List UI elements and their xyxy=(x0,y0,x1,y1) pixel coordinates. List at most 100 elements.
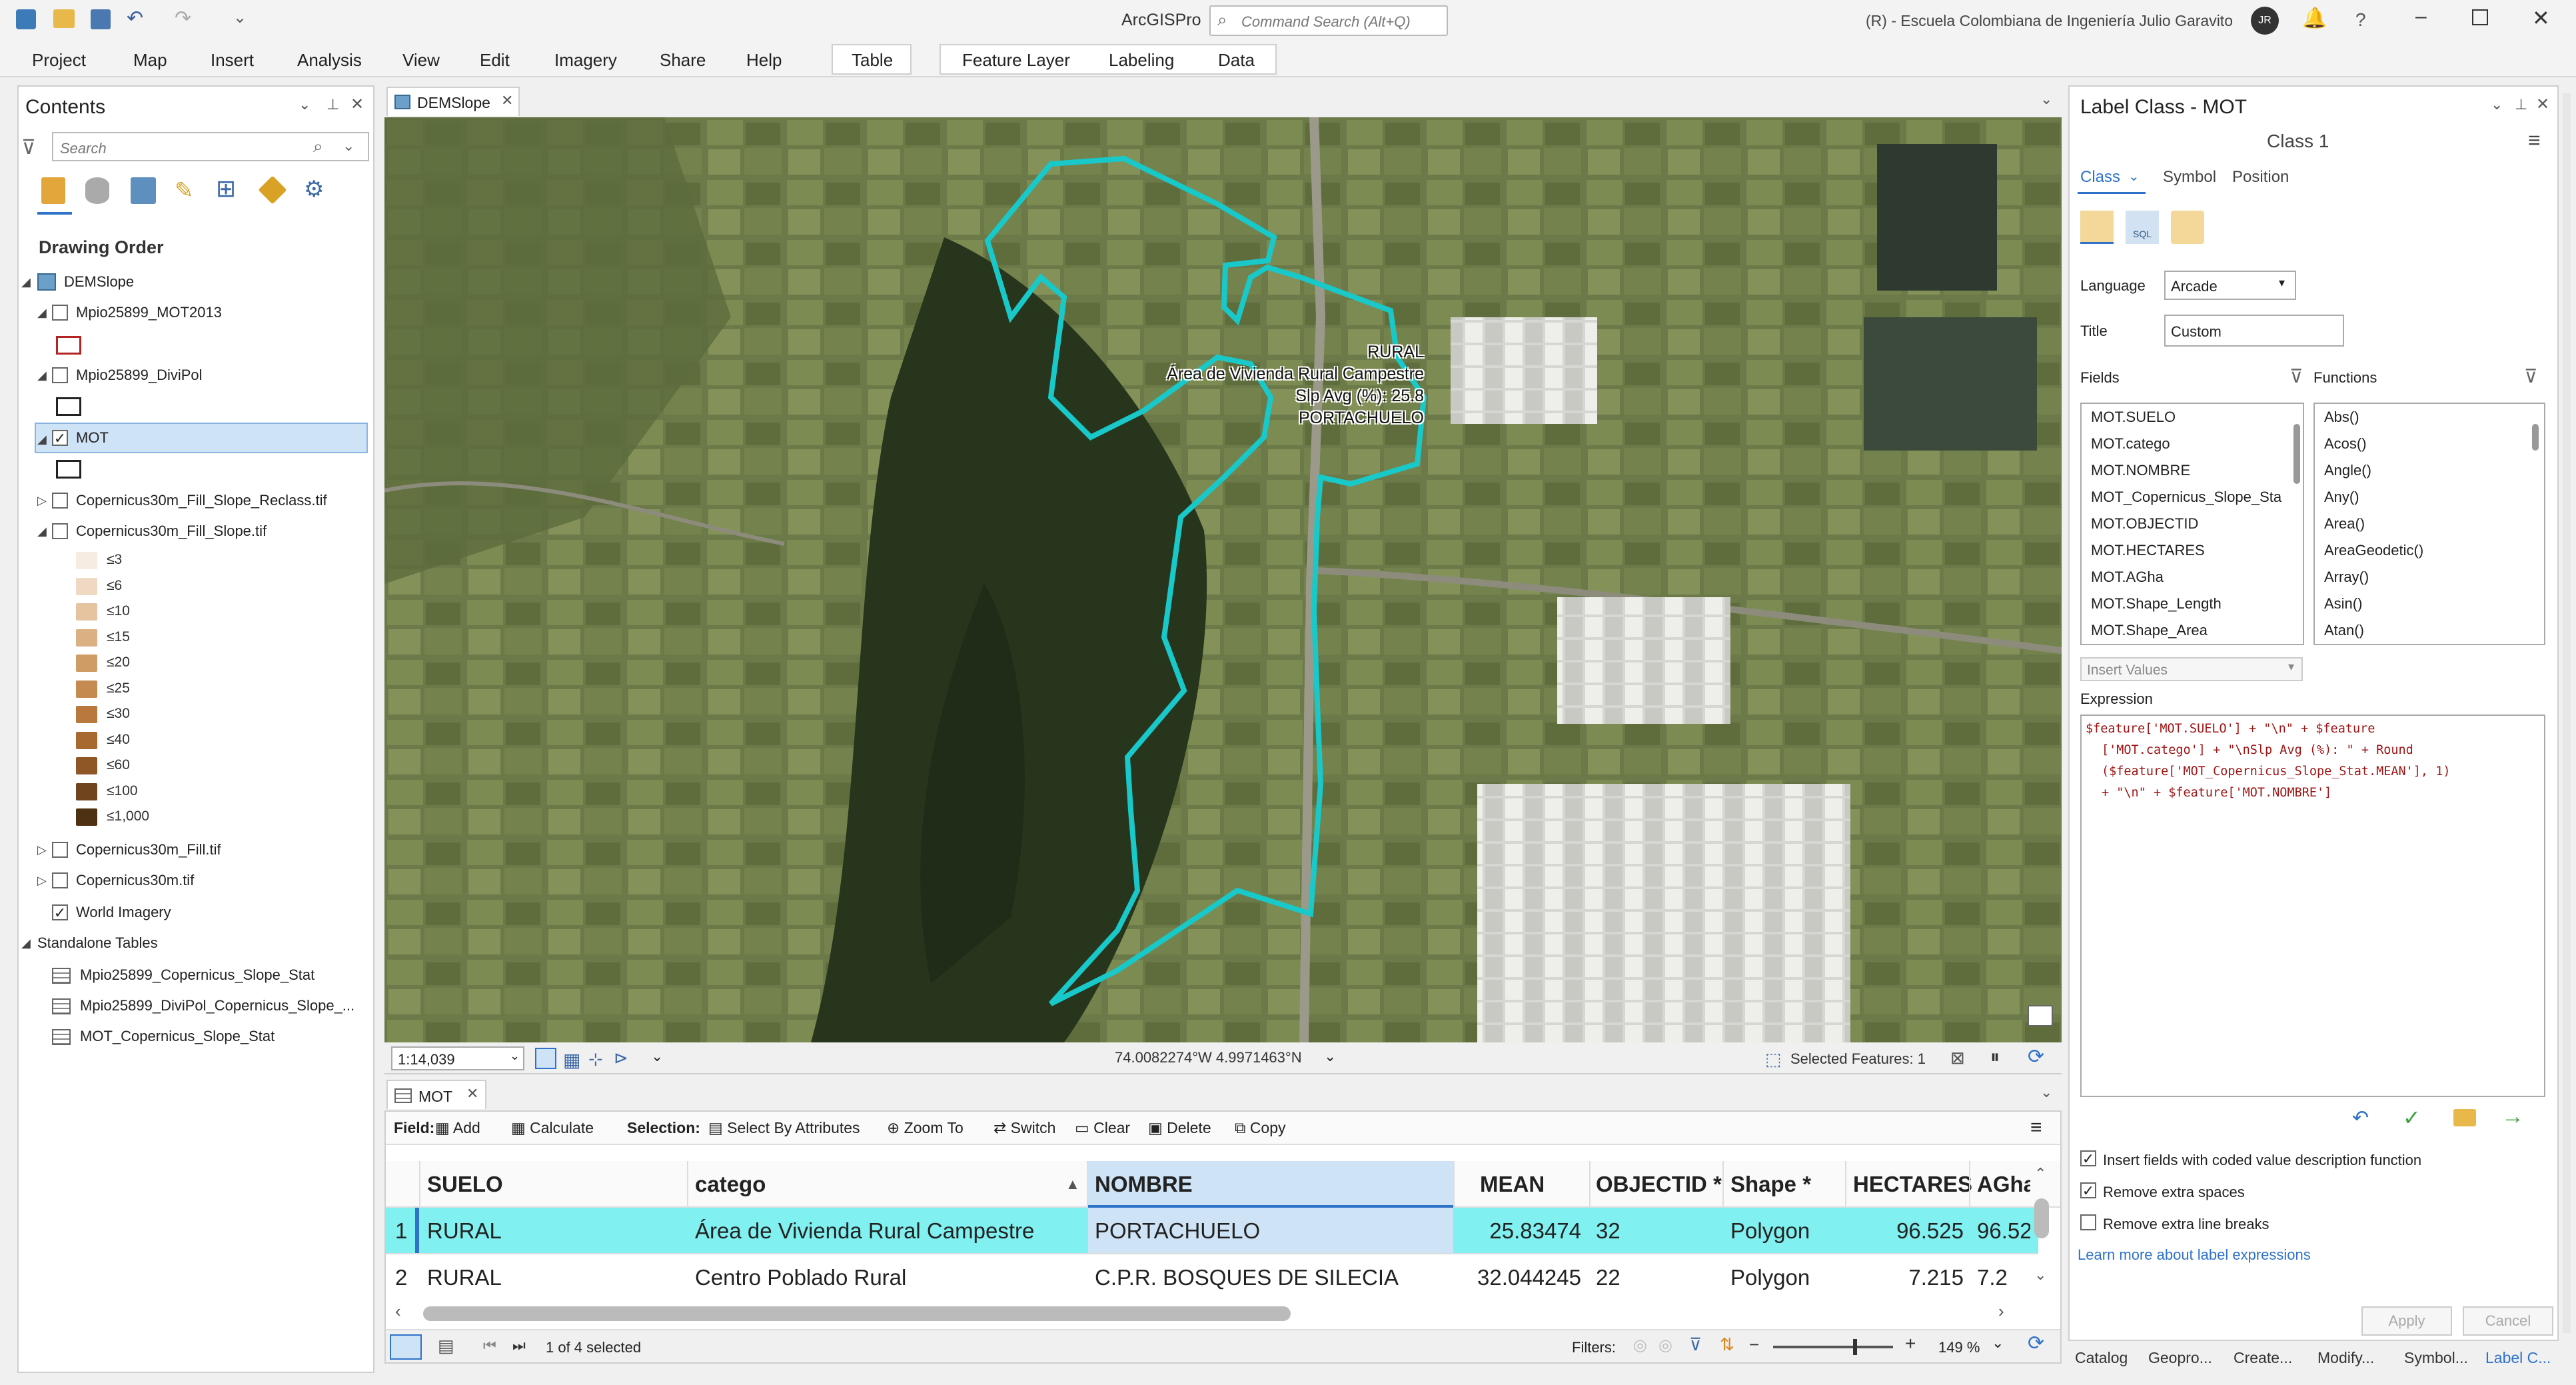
cell-catego[interactable]: Centro Poblado Rural xyxy=(695,1254,906,1301)
undo-icon[interactable]: ↶ xyxy=(127,7,143,30)
symbol-black-outline[interactable] xyxy=(56,460,81,479)
field-item[interactable]: MOT_Copernicus_Slope_Sta xyxy=(2082,484,2303,511)
expand-icon[interactable]: ◢ xyxy=(21,928,31,958)
function-item[interactable]: Atan() xyxy=(2315,617,2544,644)
map-tab-demslope[interactable]: DEMSlope ✕ xyxy=(386,87,520,116)
filter-query-icon[interactable]: ⊽ xyxy=(1689,1334,1702,1355)
pin-icon[interactable]: ⊥ xyxy=(2515,96,2527,113)
list-by-drawing-order-icon[interactable] xyxy=(41,177,65,204)
fields-list[interactable]: MOT.SUELO MOT.catego MOT.NOMBRE MOT_Cope… xyxy=(2080,403,2304,645)
scroll-left-icon[interactable]: ‹ xyxy=(395,1301,401,1322)
attribution-icon[interactable] xyxy=(2028,1005,2053,1026)
first-record-icon[interactable]: ⏮ xyxy=(483,1337,496,1354)
functions-filter-icon[interactable]: ⊽ xyxy=(2524,365,2538,387)
table-menu-icon[interactable]: ≡ xyxy=(2030,1117,2042,1138)
cell-objectid[interactable]: 32 xyxy=(1596,1208,1620,1254)
function-item[interactable]: Angle() xyxy=(2315,457,2544,484)
layer-checkbox[interactable] xyxy=(52,493,68,509)
remove-linebreaks-checkbox[interactable] xyxy=(2080,1214,2096,1230)
collapse-icon[interactable]: ▷ xyxy=(37,485,47,516)
minimize-icon[interactable]: – xyxy=(2415,5,2427,28)
functions-list[interactable]: Abs() Acos() Angle() Any() Area() AreaGe… xyxy=(2313,403,2545,645)
list-by-perspective-icon[interactable]: ⚙ xyxy=(304,176,324,203)
language-select[interactable]: Arcade ▾ xyxy=(2164,271,2296,300)
close-icon[interactable]: ✕ xyxy=(2532,5,2550,31)
undo-icon[interactable]: ↶ xyxy=(2352,1106,2369,1130)
tab-share[interactable]: Share xyxy=(660,47,706,73)
fields-scrollbar[interactable] xyxy=(2293,424,2300,484)
copy-button[interactable]: ⧉ Copy xyxy=(1235,1117,1286,1138)
refresh-icon[interactable]: ⟳ xyxy=(2028,1045,2044,1068)
delete-button[interactable]: ▣ Delete xyxy=(1148,1117,1211,1138)
tab-map[interactable]: Map xyxy=(133,47,167,73)
zoom-in-icon[interactable]: + xyxy=(1905,1333,1916,1354)
legend-swatch[interactable] xyxy=(76,808,97,826)
legend-swatch[interactable] xyxy=(76,757,97,774)
contents-search-input[interactable]: Search ⌕ ⌄ xyxy=(52,132,369,161)
column-header-nombre[interactable]: NOMBRE xyxy=(1095,1161,1193,1208)
tab-class[interactable]: Class xyxy=(2080,168,2120,187)
field-item[interactable]: MOT.HECTARES xyxy=(2082,537,2303,564)
field-item[interactable]: MOT.AGha xyxy=(2082,564,2303,591)
tab-view[interactable]: View xyxy=(402,47,440,73)
chevron-down-icon[interactable]: ⌄ xyxy=(1324,1048,1336,1065)
layer-checkbox[interactable] xyxy=(52,430,68,446)
cell-nombre[interactable]: C.P.R. BOSQUES DE SILECIA xyxy=(1095,1254,1399,1301)
show-all-records-icon[interactable] xyxy=(390,1334,422,1360)
class-name[interactable]: Class 1 xyxy=(2267,131,2329,152)
remove-spaces-checkbox[interactable] xyxy=(2080,1182,2096,1198)
legend-swatch[interactable] xyxy=(76,629,97,647)
cell-catego[interactable]: Área de Vivienda Rural Campestre xyxy=(695,1208,1034,1254)
field-item[interactable]: MOT.catego xyxy=(2082,431,2303,457)
legend-swatch[interactable] xyxy=(76,577,97,595)
cell-hectares[interactable]: 7.215 xyxy=(1846,1254,1964,1301)
search-dropdown-icon[interactable]: ⌄ xyxy=(342,137,354,155)
function-item[interactable]: Array() xyxy=(2315,564,2544,591)
list-by-snapping-icon[interactable]: ⊞ xyxy=(216,175,236,203)
restore-icon[interactable] xyxy=(2472,9,2488,25)
list-by-editing-icon[interactable]: ✎ xyxy=(175,177,194,204)
column-header-mean[interactable]: MEAN xyxy=(1480,1161,1545,1208)
legend-swatch[interactable] xyxy=(76,731,97,749)
legend-swatch[interactable] xyxy=(76,706,97,723)
layer-mot[interactable]: ◢ MOT xyxy=(35,423,368,453)
expand-icon[interactable]: ◢ xyxy=(37,424,47,455)
cell-nombre[interactable]: PORTACHUELO xyxy=(1095,1208,1260,1254)
tab-analysis[interactable]: Analysis xyxy=(297,47,362,73)
layer-checkbox[interactable] xyxy=(52,523,68,539)
cell-objectid[interactable]: 22 xyxy=(1596,1254,1620,1301)
switch-button[interactable]: ⇄ Switch xyxy=(993,1117,1055,1138)
column-header-objectid[interactable]: OBJECTID * xyxy=(1596,1161,1722,1208)
legend-swatch[interactable] xyxy=(76,782,97,800)
collapse-icon[interactable]: ▷ xyxy=(37,834,47,865)
list-by-data-source-icon[interactable] xyxy=(85,177,109,204)
right-pane-scrollbar[interactable] xyxy=(2563,93,2571,1333)
vertical-scrollbar[interactable] xyxy=(2034,1198,2049,1238)
pane-close-icon[interactable]: ✕ xyxy=(2536,95,2549,114)
expression-icon[interactable] xyxy=(2080,211,2114,244)
cell-agha[interactable]: 96.52 xyxy=(1977,1208,2030,1254)
pane-options-icon[interactable]: ⌄ xyxy=(299,96,311,113)
legend-swatch[interactable] xyxy=(76,603,97,621)
expand-icon[interactable]: ◢ xyxy=(37,297,47,328)
function-item[interactable]: Acos() xyxy=(2315,431,2544,457)
notification-icon[interactable]: 🔔 xyxy=(2302,7,2327,30)
tab-feature-layer[interactable]: Feature Layer xyxy=(962,47,1070,73)
tab-project[interactable]: Project xyxy=(32,47,86,73)
clear-button[interactable]: ▭ Clear xyxy=(1075,1117,1130,1138)
redo-icon[interactable]: ↷ xyxy=(175,7,191,30)
tab-create-features[interactable]: Create... xyxy=(2234,1341,2292,1374)
open-icon[interactable] xyxy=(53,9,75,28)
scroll-up-icon[interactable]: ⌃ xyxy=(2034,1165,2046,1182)
snapping-icon[interactable]: ⊹ xyxy=(588,1049,603,1070)
field-item[interactable]: MOT.OBJECTID xyxy=(2082,511,2303,537)
pin-icon[interactable]: ⊥ xyxy=(326,96,339,113)
tab-symbology[interactable]: Symbol... xyxy=(2404,1341,2468,1374)
scroll-right-icon[interactable]: › xyxy=(1998,1301,2004,1322)
learn-more-link[interactable]: Learn more about label expressions xyxy=(2078,1246,2311,1264)
symbol-red-outline[interactable] xyxy=(56,336,81,355)
list-by-labeling-icon[interactable] xyxy=(258,175,287,205)
title-input[interactable]: Custom xyxy=(2164,315,2344,347)
column-header-hectares[interactable]: HECTARES xyxy=(1853,1161,1972,1208)
scale-select[interactable]: 1:14,039 ⌄ xyxy=(391,1046,524,1070)
